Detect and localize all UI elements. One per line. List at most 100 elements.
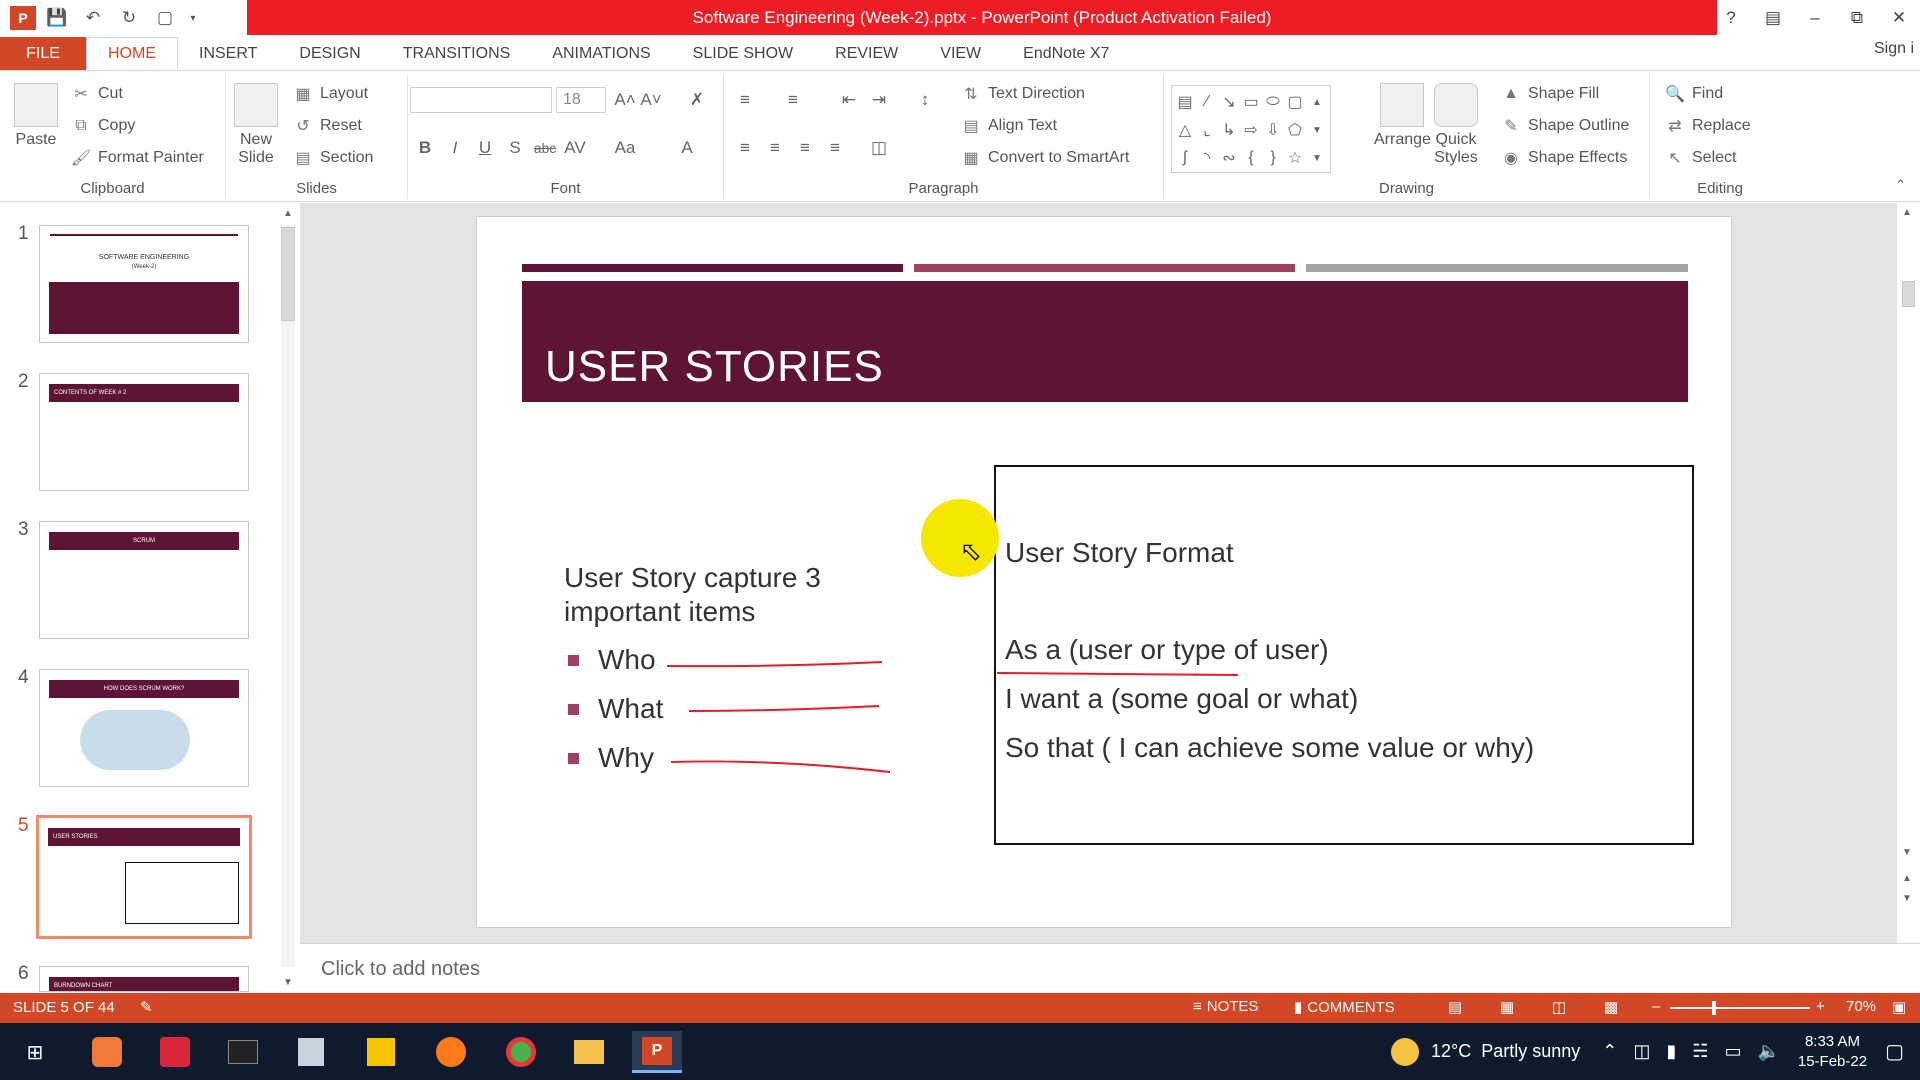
rounded-rect-shape-icon[interactable]: ▢ <box>1284 88 1306 116</box>
slide-thumbnail-2[interactable]: CONTENTS OF WEEK # 2 <box>39 373 249 491</box>
gallery-down-icon[interactable]: ▼ <box>1306 116 1328 144</box>
tab-design[interactable]: DESIGN <box>278 37 381 70</box>
start-from-beginning-icon[interactable]: ▢ <box>150 4 180 32</box>
shapes-gallery[interactable]: ▤ ∕ ↘ ▭ ⬭ ▢ ▲ △ ⌞ ↳ ⇨ ⇩ ⬠ ▼ ∫ ◝ ∾ { } ☆ … <box>1171 85 1331 173</box>
editor-scrollbar[interactable]: ▲ ▼ ▲ ▼ <box>1897 203 1920 943</box>
tab-endnote[interactable]: EndNote X7 <box>1002 37 1130 70</box>
tab-view[interactable]: VIEW <box>919 37 1002 70</box>
find-button[interactable]: 🔍 Find <box>1664 83 1723 105</box>
decrease-indent-icon[interactable]: ⇤ <box>836 87 862 113</box>
ribbon-display-icon[interactable]: ▤ <box>1752 0 1794 35</box>
slide-sorter-icon[interactable]: ▦ <box>1500 998 1514 1016</box>
font-size-combo[interactable]: 18 <box>556 87 606 113</box>
elbow-arrow-icon[interactable]: ↳ <box>1218 116 1240 144</box>
tab-home[interactable]: HOME <box>86 37 178 70</box>
paste-button[interactable]: Paste <box>14 83 58 149</box>
slideshow-view-icon[interactable]: ▩ <box>1604 998 1618 1016</box>
device-icon[interactable]: ▮ <box>1666 1041 1676 1062</box>
previous-slide-icon[interactable]: ▲ <box>1902 873 1912 884</box>
select-button[interactable]: ↖ Select <box>1664 147 1736 169</box>
collapse-ribbon-icon[interactable]: ⌃ <box>1895 177 1906 193</box>
slide-canvas[interactable]: USER STORIES User Story capture 3 import… <box>476 216 1732 928</box>
clear-formatting-icon[interactable]: ✗ <box>684 87 710 113</box>
slide-thumbnail-3[interactable]: SCRUM <box>39 521 249 639</box>
show-hidden-icons-icon[interactable]: ⌃ <box>1602 1041 1617 1062</box>
meet-icon[interactable]: ◫ <box>1633 1041 1650 1062</box>
file-explorer-icon[interactable] <box>564 1031 614 1073</box>
arrow-line-shape-icon[interactable]: ↘ <box>1218 88 1240 116</box>
user-story-format-box[interactable]: User Story Format As a (user or type of … <box>994 465 1694 845</box>
scroll-up-icon[interactable]: ▲ <box>1902 207 1912 218</box>
zoom-slider[interactable] <box>1670 1007 1810 1009</box>
align-right-icon[interactable]: ≡ <box>792 135 818 161</box>
minimize-icon[interactable]: – <box>1794 0 1836 35</box>
next-slide-icon[interactable]: ▼ <box>1902 893 1912 904</box>
underline-icon[interactable]: U <box>472 135 498 161</box>
layout-button[interactable]: ▦ Layout <box>292 83 368 105</box>
justify-icon[interactable]: ≡ <box>822 135 848 161</box>
section-button[interactable]: ▤ Section <box>292 147 373 169</box>
scroll-down-icon[interactable]: ▼ <box>1902 847 1912 858</box>
shape-effects-button[interactable]: ◉ Shape Effects <box>1500 147 1627 169</box>
pentagon-shape-icon[interactable]: ⬠ <box>1284 116 1306 144</box>
save-icon[interactable]: 💾 <box>42 4 72 32</box>
convert-smartart-button[interactable]: ▦ Convert to SmartArt <box>960 147 1129 169</box>
undo-icon[interactable]: ↶ <box>78 4 108 32</box>
clock[interactable]: 8:33 AM 15-Feb-22 <box>1798 1032 1867 1072</box>
slide-thumbnail-4[interactable]: HOW DOES SCRUM WORK? <box>39 669 249 787</box>
triangle-shape-icon[interactable]: △ <box>1174 116 1196 144</box>
app-icon-red[interactable] <box>150 1031 200 1073</box>
new-slide-button[interactable]: New Slide <box>234 83 278 167</box>
start-icon[interactable]: ⊞ <box>10 1031 60 1073</box>
zoom-slider-thumb[interactable] <box>1712 1001 1716 1015</box>
gallery-up-icon[interactable]: ▲ <box>1306 88 1328 116</box>
textbox-shape-icon[interactable]: ▤ <box>1174 88 1196 116</box>
font-color-icon[interactable]: A <box>674 135 700 161</box>
tab-review[interactable]: REVIEW <box>814 37 919 70</box>
align-center-icon[interactable]: ≡ <box>762 135 788 161</box>
freeform-shape-icon[interactable]: ∫ <box>1174 144 1196 172</box>
scroll-thumb[interactable] <box>1902 281 1915 307</box>
italic-icon[interactable]: I <box>442 135 468 161</box>
wifi-icon[interactable]: ☵ <box>1692 1041 1708 1062</box>
volume-icon[interactable]: 🔈 <box>1757 1041 1779 1062</box>
firefox-icon[interactable] <box>426 1031 476 1073</box>
restore-icon[interactable]: ⧉ <box>1836 0 1878 35</box>
increase-indent-icon[interactable]: ⇥ <box>866 87 892 113</box>
scroll-up-icon[interactable]: ▲ <box>281 205 295 221</box>
right-arrow-shape-icon[interactable]: ⇨ <box>1240 116 1262 144</box>
slide-thumbnail-6[interactable]: BURNDOWN CHART <box>39 966 249 992</box>
line-spacing-icon[interactable]: ↕ <box>912 87 938 113</box>
curve-shape-icon[interactable]: ∾ <box>1218 144 1240 172</box>
app-icon-orange[interactable] <box>82 1031 132 1073</box>
close-icon[interactable]: ✕ <box>1878 0 1920 35</box>
zoom-in-icon[interactable]: + <box>1816 998 1825 1015</box>
format-painter-button[interactable]: 🖌 Format Painter <box>70 147 204 169</box>
quick-styles-button[interactable]: Quick Styles <box>1434 83 1478 167</box>
shape-fill-button[interactable]: ▲ Shape Fill <box>1500 83 1599 105</box>
chrome-icon[interactable] <box>496 1031 546 1073</box>
character-spacing-icon[interactable]: AV <box>562 135 588 161</box>
font-name-combo[interactable] <box>410 87 552 113</box>
scroll-thumb[interactable] <box>281 227 295 321</box>
bullets-icon[interactable]: ≡ <box>732 87 758 113</box>
slide-thumbnail-5[interactable]: USER STORIES <box>36 815 252 939</box>
cut-button[interactable]: ✂ Cut <box>70 83 123 105</box>
elbow-connector-icon[interactable]: ⌞ <box>1196 116 1218 144</box>
tab-file[interactable]: FILE <box>0 37 86 70</box>
fit-to-window-icon[interactable]: ▣ <box>1892 998 1906 1016</box>
comments-button[interactable]: ▮ COMMENTS <box>1294 998 1395 1017</box>
file-app-icon[interactable] <box>286 1031 336 1073</box>
arrange-button[interactable]: Arrange <box>1374 83 1431 149</box>
tab-transitions[interactable]: TRANSITIONS <box>382 37 532 70</box>
scroll-down-icon[interactable]: ▼ <box>281 974 295 990</box>
tab-insert[interactable]: INSERT <box>178 37 278 70</box>
columns-icon[interactable]: ◫ <box>866 135 892 161</box>
strikethrough-icon[interactable]: abc <box>532 135 558 161</box>
shape-outline-button[interactable]: ✎ Shape Outline <box>1500 115 1629 137</box>
weather-desc[interactable]: Partly sunny <box>1481 1041 1580 1062</box>
notes-button[interactable]: ≡ NOTES <box>1193 998 1258 1015</box>
rectangle-shape-icon[interactable]: ▭ <box>1240 88 1262 116</box>
reset-button[interactable]: ↺ Reset <box>292 115 362 137</box>
arc-shape-icon[interactable]: ◝ <box>1196 144 1218 172</box>
